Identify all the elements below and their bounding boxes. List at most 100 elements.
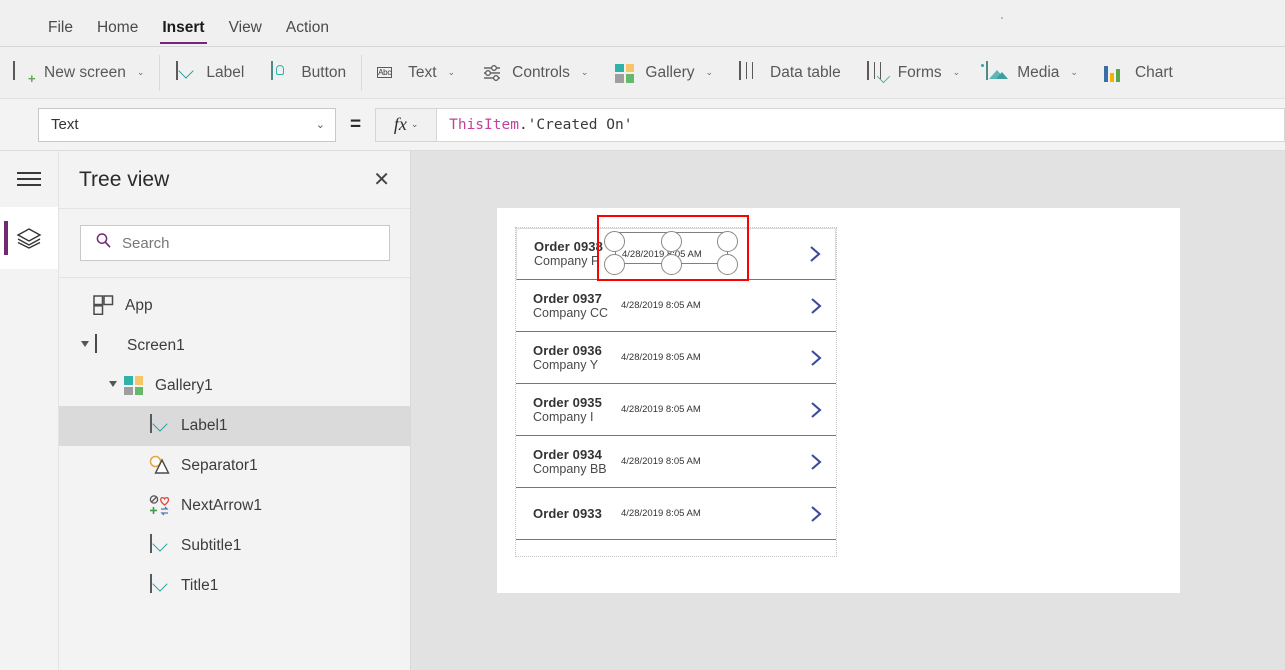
forms-icon	[866, 60, 890, 84]
chevron-down-icon: ⌄	[410, 119, 419, 129]
close-icon[interactable]: ✕	[373, 170, 390, 190]
ribbon-label-button[interactable]: Label	[162, 53, 257, 93]
resize-handle-bottom-left	[604, 254, 625, 275]
gallery-row-texts: Order 0934 Company BB	[516, 447, 621, 477]
chevron-down-icon: ⌄	[315, 119, 325, 131]
tree-item-label: Subtitle1	[181, 537, 242, 554]
menu-item-action[interactable]: Action	[274, 18, 341, 38]
gallery-icon	[123, 375, 145, 397]
tree-item-title1[interactable]: Title1	[59, 566, 410, 606]
property-dropdown-value: Text	[51, 116, 79, 133]
expand-chevron-icon[interactable]	[109, 381, 117, 391]
tree-search-container: Search	[59, 209, 410, 278]
search-placeholder: Search	[122, 234, 170, 252]
fx-button[interactable]: fx ⌄	[375, 107, 438, 142]
chevron-down-icon: ⌄	[1070, 67, 1078, 77]
tree-view-header: Tree view ✕	[59, 151, 410, 209]
formula-identifier: ThisItem	[449, 116, 519, 133]
next-arrow-icon[interactable]	[808, 347, 824, 369]
tree-item-label: Screen1	[127, 337, 185, 354]
controls-sliders-icon	[481, 62, 503, 84]
fx-icon: fx	[393, 114, 407, 134]
screen-icon	[95, 334, 117, 357]
gallery1-control[interactable]: Order 0938 Company F 4/28/2019 8:05 AM Orde…	[515, 227, 837, 557]
next-arrow-icon[interactable]	[808, 399, 824, 421]
resize-handle-bottom-center	[660, 254, 682, 275]
gallery-row-texts: Order 0937 Company CC	[516, 291, 621, 321]
canvas-area: Order 0938 Company F 4/28/2019 8:05 AM Orde…	[411, 151, 1285, 670]
chevron-down-icon: ⌄	[136, 67, 145, 77]
gallery-row[interactable]: Order 0936 Company Y 4/28/2019 8:05 AM	[516, 332, 836, 384]
chevron-down-icon: ⌄	[447, 67, 456, 77]
new-screen-icon: +	[13, 60, 36, 85]
tree-item-separator1[interactable]: Separator1	[59, 446, 410, 486]
ribbon-text-label: Text	[408, 63, 437, 81]
ribbon-new-screen-button[interactable]: + New screen ⌄	[0, 53, 157, 93]
next-arrow-icon[interactable]	[808, 451, 824, 473]
next-arrow-icon[interactable]	[808, 295, 824, 317]
label-icon	[175, 60, 197, 84]
ribbon-forms-button[interactable]: Forms ⌄	[854, 53, 973, 93]
ribbon-gallery-label: Gallery	[645, 63, 695, 81]
ribbon-controls-label: Controls	[512, 63, 570, 81]
tree-item-gallery1[interactable]: Gallery1	[59, 366, 410, 406]
search-input[interactable]: Search	[80, 225, 390, 261]
ribbon-chart-label: Chart	[1134, 63, 1173, 81]
menu-item-view[interactable]: View	[217, 18, 274, 38]
property-dropdown[interactable]: Text ⌄	[38, 107, 336, 142]
app-screen-canvas[interactable]: Order 0938 Company F 4/28/2019 8:05 AM Orde…	[497, 208, 1180, 593]
label-icon	[149, 414, 171, 437]
ribbon-chart-button[interactable]: Chart	[1091, 53, 1186, 93]
tree-item-label: NextArrow1	[181, 497, 262, 514]
ribbon-text-button[interactable]: Abc Text ⌄	[364, 53, 468, 93]
tree-item-nextarrow1[interactable]: NextArrow1	[59, 486, 410, 526]
menu-item-file[interactable]: File	[36, 18, 85, 38]
label-icon	[149, 574, 171, 597]
left-rail	[0, 151, 59, 670]
resize-handle-top-right	[717, 231, 738, 252]
next-arrow-icon[interactable]	[808, 503, 824, 525]
menu-bar: File Home Insert View Action	[0, 0, 1285, 47]
tree-item-label: Gallery1	[155, 377, 213, 394]
ribbon-label-label: Label	[206, 63, 245, 81]
ribbon-data-table-button[interactable]: Data table	[726, 53, 854, 93]
gallery-row[interactable]: Order 0937 Company CC 4/28/2019 8:05 AM	[516, 280, 836, 332]
tree-item-label: Label1	[181, 417, 228, 434]
gallery-row-date: 4/28/2019 8:05 AM	[621, 300, 701, 311]
gallery-row-texts: Order 0935 Company I	[516, 395, 621, 425]
ribbon-controls-button[interactable]: Controls ⌄	[468, 53, 601, 93]
gallery-row[interactable]: Order 0934 Company BB 4/28/2019 8:05 AM	[516, 436, 836, 488]
hamburger-menu-icon	[17, 172, 41, 186]
ribbon-button-button[interactable]: Button	[257, 53, 359, 93]
resize-handle-bottom-right	[717, 254, 738, 275]
next-arrow-icon[interactable]	[807, 243, 823, 265]
tree-item-app[interactable]: App	[59, 286, 410, 326]
tree-item-label1[interactable]: Label1	[59, 406, 410, 446]
gallery-row-title: Order 0937	[533, 290, 602, 306]
chevron-down-icon: ⌄	[705, 67, 714, 77]
menu-item-insert[interactable]: Insert	[150, 18, 216, 44]
gallery-row-date: 4/28/2019 8:05 AM	[621, 456, 701, 467]
tree-item-subtitle1[interactable]: Subtitle1	[59, 526, 410, 566]
expand-chevron-icon[interactable]	[81, 341, 89, 351]
equals-sign: =	[350, 113, 362, 135]
title-dot-artifact	[1001, 17, 1003, 19]
hamburger-menu-button[interactable]	[0, 151, 58, 207]
ribbon-gallery-button[interactable]: Gallery ⌄	[601, 53, 726, 93]
rail-tree-view-button[interactable]	[0, 207, 58, 269]
powerapps-studio-window: File Home Insert View Action + New screen ⌄ …	[0, 0, 1285, 670]
insert-ribbon: + New screen ⌄ Label Button Abc Text ⌄ C…	[0, 47, 1285, 99]
formula-input[interactable]: ThisItem .'Created On'	[437, 107, 1285, 142]
app-icon	[93, 295, 115, 317]
shapes-icon	[149, 455, 171, 477]
gallery-row-date: 4/28/2019 8:05 AM	[621, 352, 701, 363]
ribbon-group-insert: Abc Text ⌄ Controls ⌄ Gallery ⌄ Data tab…	[364, 47, 1186, 98]
search-icon	[95, 232, 112, 254]
gallery-row[interactable]: Order 0935 Company I 4/28/2019 8:05 AM	[516, 384, 836, 436]
tree-item-screen1[interactable]: Screen1	[59, 326, 410, 366]
ribbon-media-button[interactable]: Media ⌄	[973, 53, 1091, 93]
gallery-row[interactable]: Order 0933 4/28/2019 8:05 AM	[516, 488, 836, 540]
gallery-row-title: Order 0933	[533, 506, 602, 521]
ribbon-divider	[361, 54, 363, 91]
menu-item-home[interactable]: Home	[85, 18, 150, 38]
